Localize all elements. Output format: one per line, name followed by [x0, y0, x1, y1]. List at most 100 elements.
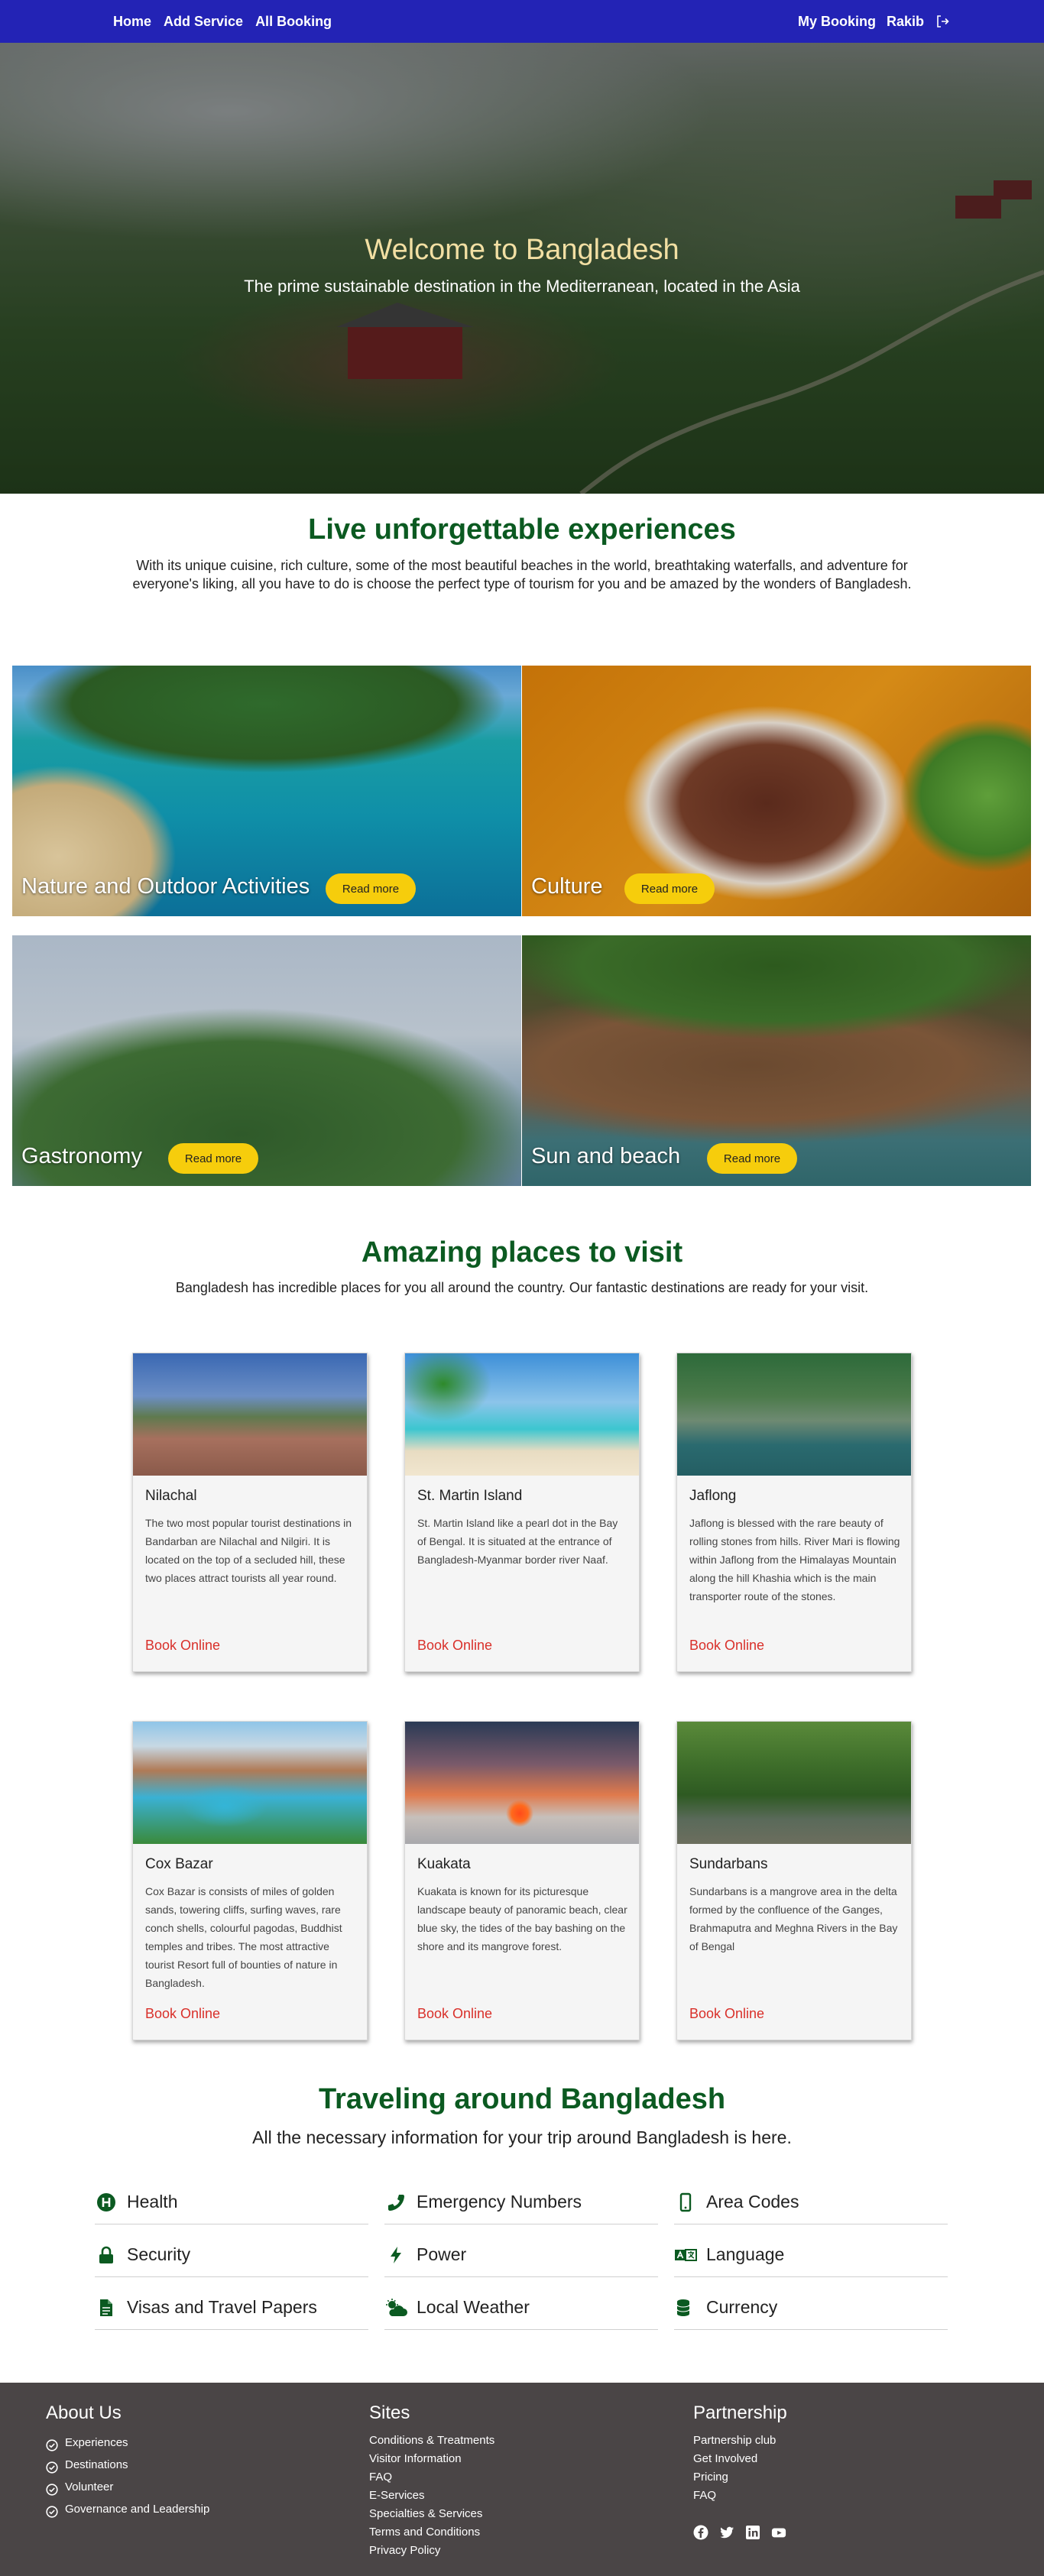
footer-partnership-link[interactable]: FAQ: [693, 2487, 787, 2505]
check-circle-icon: [46, 2481, 58, 2496]
footer-about-label: Destinations: [65, 2458, 128, 2471]
footer-about-title: About Us: [46, 2403, 122, 2423]
read-more-button[interactable]: Read more: [707, 1143, 797, 1174]
footer-sites-link[interactable]: Terms and Conditions: [369, 2523, 494, 2542]
info-label: Currency: [706, 2297, 778, 2317]
place-card-cox-bazar: Cox Bazar Cox Bazar is consists of miles…: [132, 1721, 368, 2040]
book-online-link[interactable]: Book Online: [145, 1638, 220, 1654]
check-circle-icon: [46, 2459, 58, 2474]
book-online-link[interactable]: Book Online: [145, 2006, 220, 2022]
place-description: Sundarbans is a mangrove area in the del…: [689, 1885, 898, 1952]
place-image: [405, 1722, 639, 1844]
footer-about-column: About Us Experiences Destinations Volunt…: [46, 2403, 209, 2520]
check-circle-icon: [46, 2503, 58, 2518]
footer-about-item[interactable]: Destinations: [46, 2454, 209, 2476]
hero-overlay: [0, 43, 1044, 494]
footer-sites-link[interactable]: Specialties & Services: [369, 2505, 494, 2523]
place-description: The two most popular tourist destination…: [145, 1517, 352, 1584]
nav-home-link[interactable]: Home: [113, 14, 151, 30]
language-icon: [674, 2244, 697, 2267]
place-card-kuakata: Kuakata Kuakata is known for its picture…: [404, 1721, 640, 2040]
footer-sites-link[interactable]: Conditions & Treatments: [369, 2432, 494, 2450]
nav-all-booking-link[interactable]: All Booking: [255, 14, 332, 30]
info-emergency-numbers[interactable]: Emergency Numbers: [384, 2180, 658, 2224]
footer-partnership-link[interactable]: Partnership club: [693, 2432, 787, 2450]
footer-about-item[interactable]: Experiences: [46, 2432, 209, 2454]
mobile-icon: [674, 2191, 697, 2214]
tile-label: Nature and Outdoor Activities: [21, 874, 310, 899]
footer-about-label: Experiences: [65, 2436, 128, 2449]
footer-sites-link[interactable]: Privacy Policy: [369, 2542, 494, 2560]
facebook-icon[interactable]: [693, 2525, 708, 2540]
social-links: [693, 2525, 787, 2540]
experiences-title: Live unforgettable experiences: [308, 514, 736, 546]
book-online-link[interactable]: Book Online: [689, 1638, 764, 1654]
info-language[interactable]: Language: [674, 2233, 948, 2277]
info-currency[interactable]: Currency: [674, 2286, 948, 2330]
info-health[interactable]: Health: [95, 2180, 368, 2224]
check-circle-icon: [46, 2437, 58, 2451]
footer-sites-title: Sites: [369, 2403, 410, 2423]
book-online-link[interactable]: Book Online: [689, 2006, 764, 2022]
info-label: Area Codes: [706, 2192, 799, 2211]
footer-partnership-column: Partnership Partnership club Get Involve…: [693, 2403, 787, 2540]
place-card-sundarbans: Sundarbans Sundarbans is a mangrove area…: [676, 1721, 912, 2040]
places-title: Amazing places to visit: [361, 1236, 683, 1269]
info-label: Security: [127, 2244, 191, 2264]
info-label: Emergency Numbers: [417, 2192, 582, 2211]
footer-partnership-link[interactable]: Pricing: [693, 2468, 787, 2487]
nav-add-service-link[interactable]: Add Service: [164, 14, 243, 30]
info-security[interactable]: Security: [95, 2233, 368, 2277]
info-label: Health: [127, 2192, 178, 2211]
footer-sites-link[interactable]: FAQ: [369, 2468, 494, 2487]
tile-gastronomy[interactable]: Gastronomy Read more: [12, 935, 521, 1186]
footer-partnership-list: Partnership club Get Involved Pricing FA…: [693, 2432, 787, 2505]
place-description: Kuakata is known for its picturesque lan…: [417, 1885, 627, 1952]
footer-partnership-title: Partnership: [693, 2403, 787, 2423]
info-label: Language: [706, 2244, 785, 2264]
document-icon: [95, 2296, 118, 2319]
twitter-icon[interactable]: [719, 2525, 734, 2540]
info-area-codes[interactable]: Area Codes: [674, 2180, 948, 2224]
footer-sites-link[interactable]: E-Services: [369, 2487, 494, 2505]
info-power[interactable]: Power: [384, 2233, 658, 2277]
place-name: Nilachal: [145, 1488, 197, 1504]
footer-sites-link[interactable]: Visitor Information: [369, 2450, 494, 2468]
bolt-icon: [384, 2244, 407, 2267]
tile-nature-outdoor[interactable]: Nature and Outdoor Activities Read more: [12, 666, 521, 916]
youtube-icon[interactable]: [771, 2525, 786, 2540]
read-more-button[interactable]: Read more: [624, 873, 715, 904]
place-name: St. Martin Island: [417, 1488, 523, 1504]
book-online-link[interactable]: Book Online: [417, 2006, 492, 2022]
place-image: [133, 1353, 367, 1476]
nav-links: Home Add Service All Booking: [113, 0, 332, 43]
tile-culture[interactable]: Culture Read more: [522, 666, 1031, 916]
book-online-link[interactable]: Book Online: [417, 1638, 492, 1654]
hero-banner: Welcome to Bangladesh The prime sustaina…: [0, 43, 1044, 494]
place-card-jaflong: Jaflong Jaflong is blessed with the rare…: [676, 1353, 912, 1672]
place-description: St. Martin Island like a pearl dot in th…: [417, 1517, 618, 1566]
place-image: [405, 1353, 639, 1476]
tile-label: Culture: [531, 874, 603, 899]
footer-about-label: Governance and Leadership: [65, 2503, 210, 2516]
read-more-button[interactable]: Read more: [326, 873, 416, 904]
place-name: Jaflong: [689, 1488, 737, 1504]
footer-partnership-link[interactable]: Get Involved: [693, 2450, 787, 2468]
place-name: Cox Bazar: [145, 1856, 213, 1872]
info-visas[interactable]: Visas and Travel Papers: [95, 2286, 368, 2330]
read-more-button[interactable]: Read more: [168, 1143, 258, 1174]
places-description: Bangladesh has incredible places for you…: [175, 1280, 869, 1295]
tile-label: Gastronomy: [21, 1144, 142, 1168]
linkedin-icon[interactable]: [745, 2525, 760, 2540]
footer-about-item[interactable]: Volunteer: [46, 2476, 209, 2498]
tile-sun-beach[interactable]: Sun and beach Read more: [522, 935, 1031, 1186]
travel-subtitle: All the necessary information for your t…: [252, 2127, 792, 2147]
place-card-nilachal: Nilachal The two most popular tourist de…: [132, 1353, 368, 1672]
info-local-weather[interactable]: Local Weather: [384, 2286, 658, 2330]
footer-about-list: Experiences Destinations Volunteer Gover…: [46, 2432, 209, 2520]
logout-icon[interactable]: [935, 14, 950, 29]
nav-my-booking-link[interactable]: My Booking: [798, 14, 876, 30]
coins-icon: [674, 2296, 697, 2319]
footer-about-item[interactable]: Governance and Leadership: [46, 2498, 209, 2520]
user-name: Rakib: [886, 13, 924, 29]
